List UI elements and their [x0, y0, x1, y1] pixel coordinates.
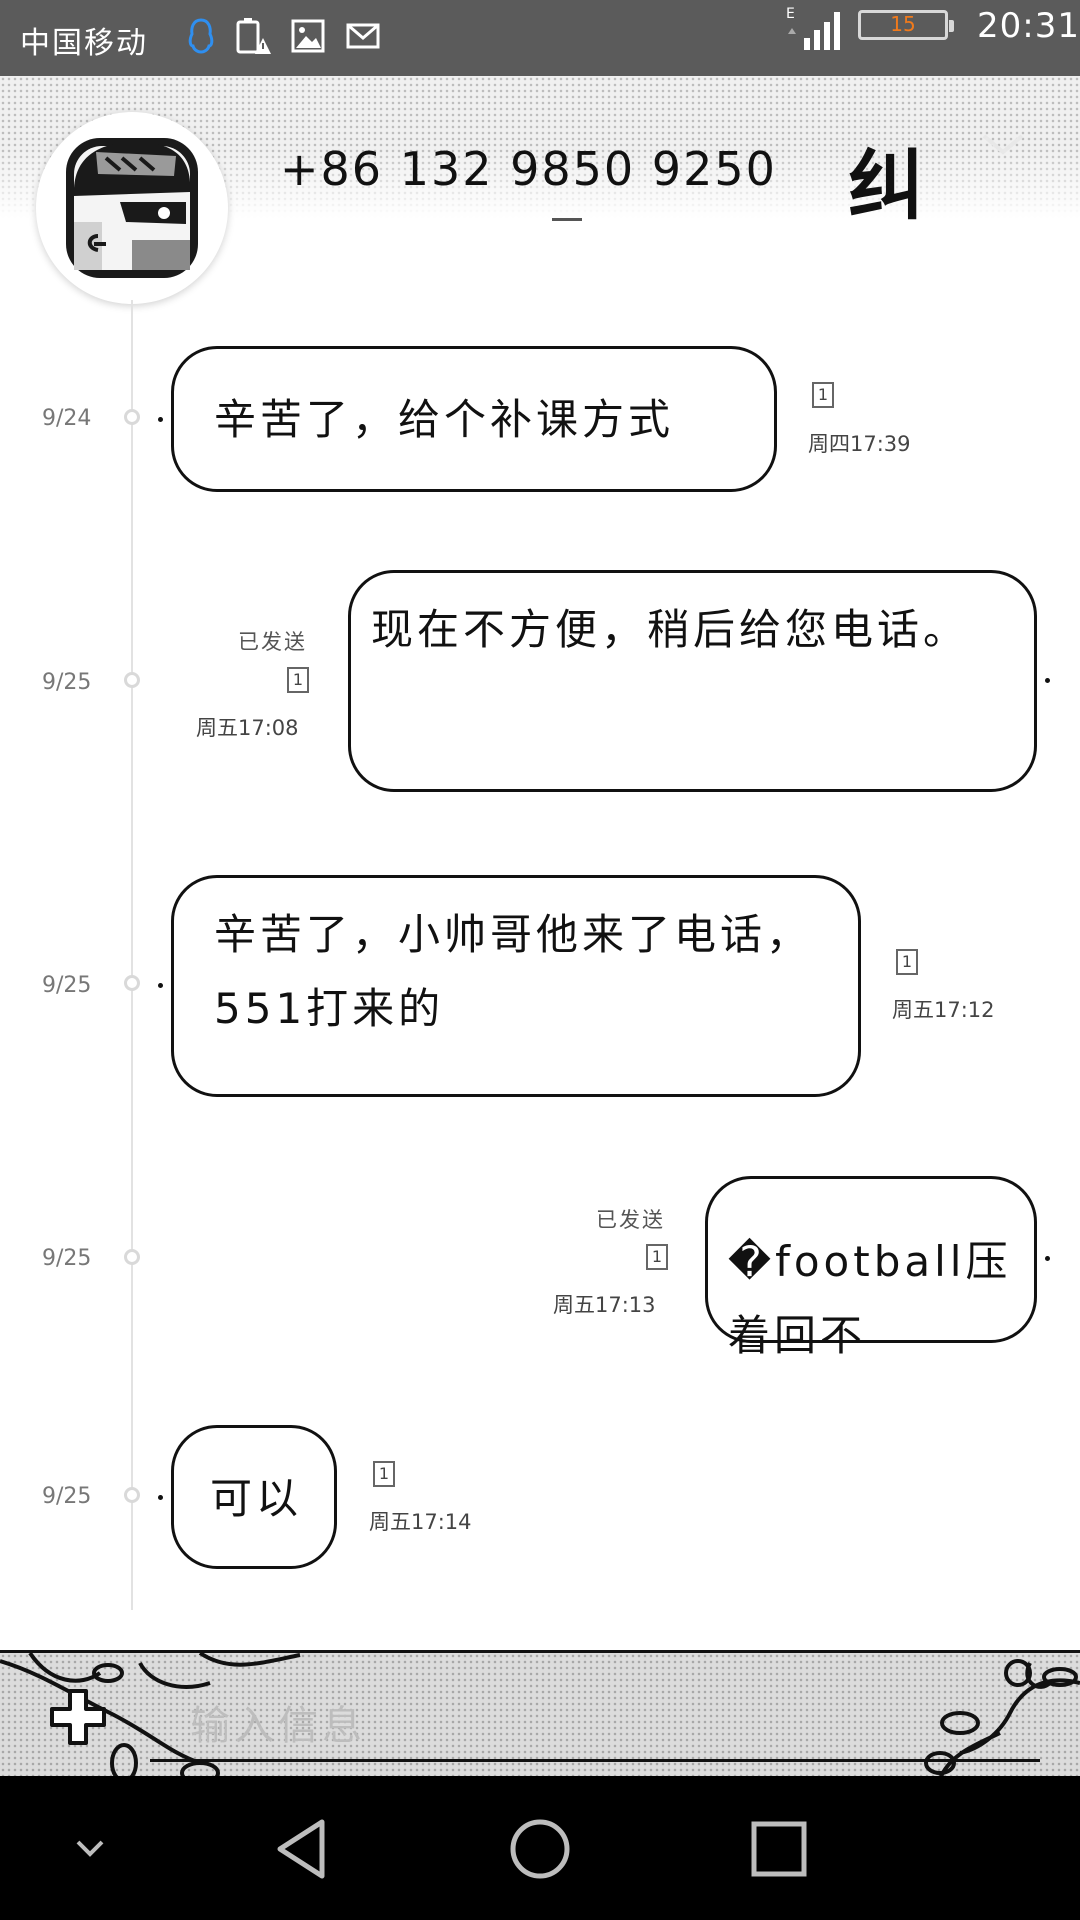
- message-date: 9/24: [42, 406, 92, 431]
- network-type: E: [786, 6, 795, 22]
- carrier-label: 中国移动: [20, 26, 148, 61]
- timeline-node: [124, 975, 140, 991]
- message-time: 周五17:13: [553, 1293, 656, 1317]
- message-time: 周四17:39: [808, 432, 911, 456]
- battery-icon: 15: [858, 10, 954, 40]
- contact-avatar[interactable]: [36, 112, 228, 304]
- message-date: 9/25: [42, 670, 92, 695]
- sent-status: 已发送: [238, 630, 307, 654]
- timeline-node: [124, 1249, 140, 1265]
- message-text: 可以: [210, 1474, 303, 1523]
- message-time: 周五17:12: [892, 998, 995, 1022]
- timeline-node: [124, 409, 140, 425]
- contact-phone-number: +86 132 9850 9250: [280, 142, 777, 196]
- hide-keyboard-icon[interactable]: [72, 1834, 108, 1864]
- sim-card-icon: 1: [373, 1461, 395, 1487]
- notification-icons: [186, 16, 395, 56]
- back-icon[interactable]: [268, 1814, 338, 1884]
- sent-status: 已发送: [596, 1208, 665, 1232]
- status-bar: 中国移动 E 15 20:31: [0, 0, 1080, 76]
- timeline-node: [124, 1487, 140, 1503]
- message-date: 9/25: [42, 973, 92, 998]
- status-time: 20:31: [977, 6, 1080, 46]
- message-bubble-sent[interactable]: 现在不方便，稍后给您电话。: [348, 570, 1037, 792]
- message-composer: 输入信息: [0, 1650, 1080, 1779]
- sim-card-icon: 1: [646, 1244, 668, 1270]
- message-time: 周五17:08: [196, 716, 299, 740]
- timeline-line: [131, 300, 133, 1610]
- message-date: 9/25: [42, 1484, 92, 1509]
- contact-mark-label: 纠: [848, 141, 924, 230]
- qq-icon: [188, 18, 214, 54]
- add-attachment-button[interactable]: [48, 1687, 108, 1747]
- message-input[interactable]: 输入信息: [190, 1693, 366, 1751]
- message-date: 9/25: [42, 1246, 92, 1271]
- sim-card-icon: 1: [896, 949, 918, 975]
- mail-icon: [346, 23, 380, 49]
- timeline-node: [124, 672, 140, 688]
- image-icon: [291, 19, 325, 53]
- navigation-bar: [0, 1776, 1080, 1920]
- sim-card-icon: 1: [812, 382, 834, 408]
- battery-warning-icon: [236, 18, 272, 54]
- sim-card-icon: 1: [287, 667, 309, 693]
- home-icon[interactable]: [505, 1814, 575, 1884]
- message-bubble-sent[interactable]: �football压着回不: [705, 1176, 1037, 1360]
- avatar-icon: [66, 138, 198, 278]
- recents-icon[interactable]: [744, 1814, 814, 1884]
- message-text: �football压着回不: [728, 1237, 1012, 1360]
- chevron-down-icon[interactable]: [978, 124, 1028, 164]
- message-bubble-received[interactable]: 辛苦了，给个补课方式: [171, 346, 777, 492]
- message-text: 辛苦了，小帅哥他来了电话，551打来的: [214, 910, 813, 1033]
- message-bubble-received[interactable]: 可以: [171, 1425, 337, 1569]
- battery-level: 15: [890, 12, 916, 36]
- message-bubble-received[interactable]: 辛苦了，小帅哥他来了电话，551打来的: [171, 875, 861, 1097]
- signal-icon: E: [786, 6, 840, 50]
- message-time: 周五17:14: [369, 1510, 472, 1534]
- message-text: 辛苦了，给个补课方式: [214, 395, 675, 444]
- message-text: 现在不方便，稍后给您电话。: [371, 605, 970, 654]
